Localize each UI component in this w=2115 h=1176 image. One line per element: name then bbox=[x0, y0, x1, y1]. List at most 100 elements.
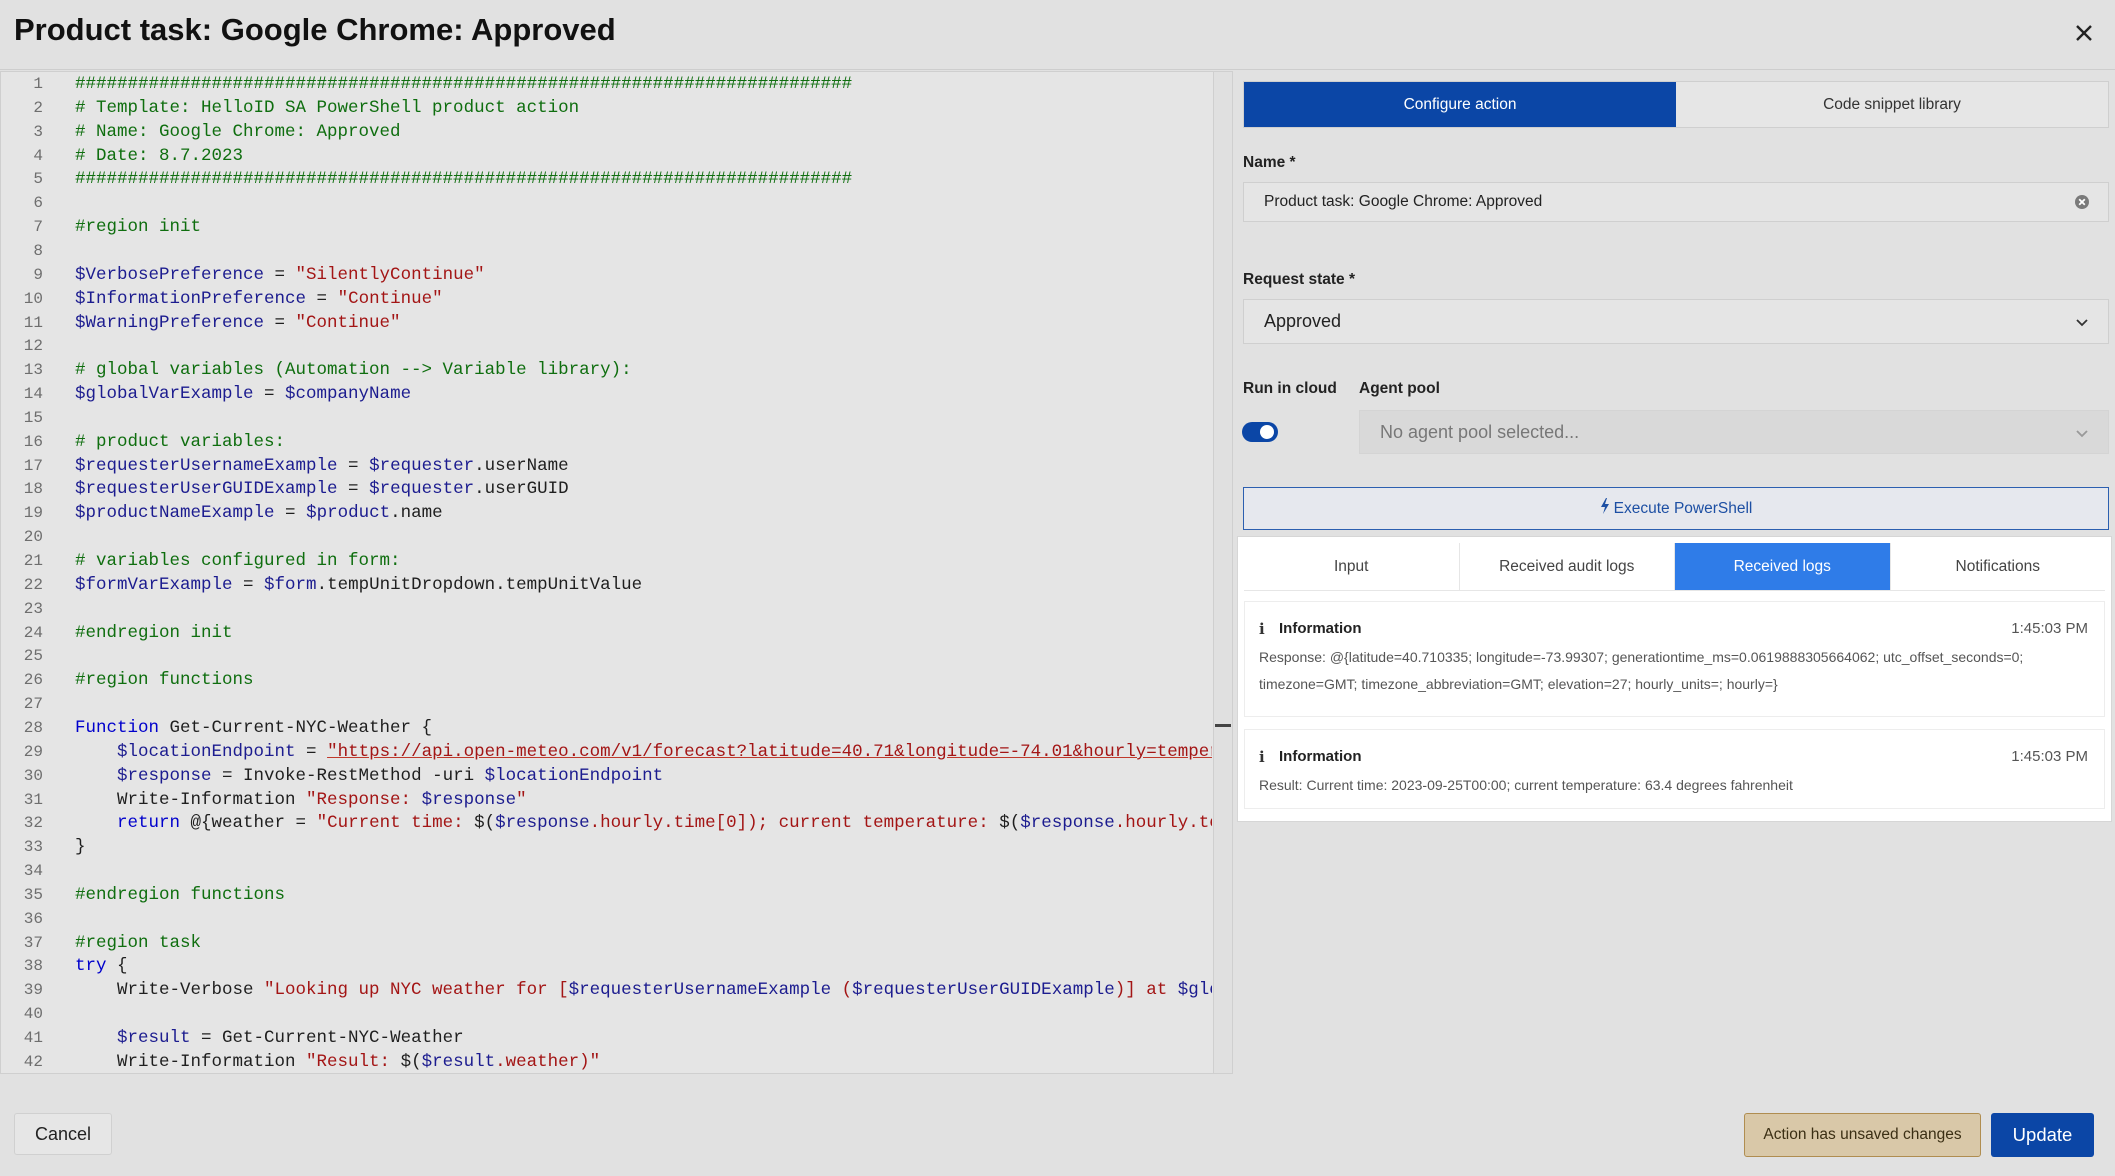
line-number: 13 bbox=[23, 361, 43, 380]
code-token: "Response: bbox=[306, 789, 422, 810]
code-token: = bbox=[232, 574, 265, 595]
info-icon: i bbox=[1259, 620, 1265, 638]
code-token: { bbox=[106, 956, 128, 977]
code-line: Write-Information "Result: $($result.wea… bbox=[75, 1050, 600, 1073]
line-number: 19 bbox=[23, 504, 43, 523]
request-state-select[interactable]: Approved bbox=[1243, 299, 2109, 344]
code-token: $response bbox=[117, 765, 212, 786]
code-token: Write-Information bbox=[75, 789, 307, 810]
line-number: 22 bbox=[23, 575, 43, 594]
cancel-button[interactable]: Cancel bbox=[14, 1113, 112, 1155]
code-token: Write-Verbose bbox=[75, 980, 265, 1001]
clear-circle-icon[interactable] bbox=[2074, 194, 2090, 210]
tab-code-snippet-library[interactable]: Code snippet library bbox=[1676, 82, 2108, 127]
editor-scrollbar[interactable] bbox=[1213, 72, 1232, 1073]
code-token: .name bbox=[390, 503, 443, 524]
dialog-title: Product task: Google Chrome: Approved bbox=[14, 12, 616, 47]
line-number: 32 bbox=[23, 814, 43, 833]
line-number: 11 bbox=[23, 313, 43, 332]
tab-received-logs[interactable]: Received logs bbox=[1675, 543, 1891, 590]
tab-configure-action[interactable]: Configure action bbox=[1244, 82, 1676, 127]
chevron-down-icon bbox=[2074, 316, 2090, 328]
line-number: 25 bbox=[23, 647, 43, 666]
line-number: 12 bbox=[23, 337, 43, 356]
code-token: .hourly.time[0]); current temperature: bbox=[589, 813, 1000, 834]
logs-tabs: Input Received audit logs Received logs … bbox=[1244, 543, 2105, 591]
line-number: 35 bbox=[23, 885, 43, 904]
tab-notifications[interactable]: Notifications bbox=[1891, 543, 2106, 590]
execute-powershell-label: Execute PowerShell bbox=[1613, 499, 1753, 517]
close-icon[interactable] bbox=[2069, 18, 2099, 48]
code-token: } bbox=[75, 837, 86, 858]
code-line: # variables configured in form: bbox=[75, 549, 401, 573]
line-number: 33 bbox=[23, 838, 43, 857]
code-token: $InformationPreference bbox=[75, 288, 307, 309]
code-area[interactable]: ########################################… bbox=[75, 72, 1212, 1073]
code-token: $globalVarExample bbox=[1177, 980, 1212, 1001]
tab-input[interactable]: Input bbox=[1244, 543, 1460, 590]
unsaved-changes-badge: Action has unsaved changes bbox=[1744, 1113, 1981, 1157]
code-line: try { bbox=[75, 954, 128, 978]
code-line: # global variables (Automation --> Varia… bbox=[75, 358, 632, 382]
code-token: $response bbox=[1020, 813, 1115, 834]
tab-received-audit-logs[interactable]: Received audit logs bbox=[1460, 543, 1675, 590]
line-number: 28 bbox=[23, 718, 43, 737]
code-line: $response = Invoke-RestMethod -uri $loca… bbox=[75, 764, 663, 788]
dialog-header: Product task: Google Chrome: Approved bbox=[0, 0, 2115, 70]
chevron-down-icon bbox=[2074, 427, 2090, 439]
code-token: return bbox=[117, 813, 181, 834]
code-line: } bbox=[75, 835, 86, 859]
code-line: # Date: 8.7.2023 bbox=[75, 144, 243, 168]
line-number: 34 bbox=[23, 862, 43, 881]
code-token: # Name: Google Chrome: Approved bbox=[75, 121, 401, 142]
line-number: 41 bbox=[23, 1029, 43, 1047]
line-number: 30 bbox=[23, 766, 43, 785]
code-line: $globalVarExample = $companyName bbox=[75, 382, 411, 406]
log-level: Information bbox=[1279, 748, 1362, 765]
update-button[interactable]: Update bbox=[1991, 1113, 2094, 1157]
code-line: # product variables: bbox=[75, 430, 285, 454]
panel-tabs: Configure action Code snippet library bbox=[1243, 81, 2109, 128]
code-token: ########################################… bbox=[75, 169, 853, 190]
code-token: "Continue" bbox=[295, 312, 401, 333]
code-token: $globalVarExample bbox=[75, 384, 254, 405]
line-number: 24 bbox=[23, 623, 43, 642]
code-token: .userGUID bbox=[474, 479, 569, 500]
code-token: # product variables: bbox=[75, 431, 286, 452]
log-message: Result: Current time: 2023-09-25T00:00; … bbox=[1259, 777, 1793, 793]
line-number: 18 bbox=[23, 480, 43, 499]
code-line: Write-Verbose "Looking up NYC weather fo… bbox=[75, 978, 1212, 1002]
code-token: $requesterUserGUIDExample bbox=[75, 479, 338, 500]
code-token: ( bbox=[831, 980, 853, 1001]
line-number: 38 bbox=[23, 957, 43, 976]
agent-pool-label: Agent pool bbox=[1359, 380, 1440, 397]
code-token: $requester bbox=[369, 455, 475, 476]
agent-pool-placeholder: No agent pool selected... bbox=[1380, 421, 1580, 442]
code-token: $requesterUsernameExample bbox=[568, 980, 832, 1001]
code-token: # global variables (Automation --> Varia… bbox=[75, 360, 632, 381]
request-state-label: Request state * bbox=[1243, 271, 1355, 288]
line-number: 15 bbox=[23, 408, 43, 427]
code-line: Write-Information "Response: $response" bbox=[75, 788, 527, 812]
toggle-knob bbox=[1260, 425, 1274, 439]
agent-pool-select[interactable]: No agent pool selected... bbox=[1359, 410, 2109, 454]
scrollbar-marker bbox=[1215, 724, 1231, 727]
line-number: 23 bbox=[23, 599, 43, 618]
code-token: .tempUnitDropdown.tempUnitValue bbox=[316, 574, 643, 595]
code-line: $requesterUserGUIDExample = $requester.u… bbox=[75, 477, 569, 501]
code-token: = bbox=[274, 503, 307, 524]
code-editor[interactable]: 1 2 3 4 5 6 7 8 9 10 11 12 13 14 15 16 17 18 19 20 21 22 23 24 2… bbox=[0, 71, 1233, 1074]
name-input[interactable]: Product task: Google Chrome: Approved bbox=[1243, 182, 2109, 222]
code-token: .userName bbox=[474, 455, 569, 476]
execute-powershell-button[interactable]: Execute PowerShell bbox=[1243, 487, 2109, 530]
code-token: $product bbox=[306, 503, 391, 524]
code-token: # Date: 8.7.2023 bbox=[75, 145, 244, 166]
code-token: = bbox=[337, 455, 370, 476]
run-in-cloud-toggle[interactable] bbox=[1242, 422, 1278, 442]
code-token: $formVarExample bbox=[75, 574, 233, 595]
code-line: ########################################… bbox=[75, 167, 852, 191]
code-token: $result bbox=[117, 1028, 191, 1048]
